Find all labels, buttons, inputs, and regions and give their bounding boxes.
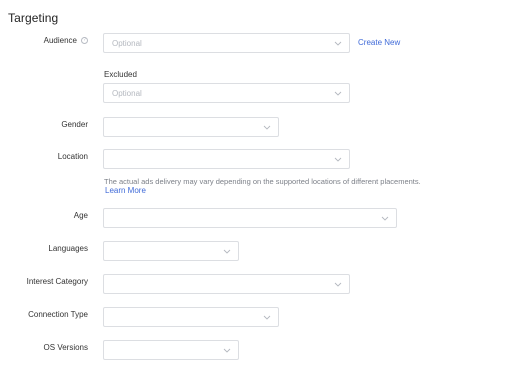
location-label: Location — [57, 152, 88, 161]
gender-label: Gender — [61, 120, 88, 129]
excluded-select[interactable]: Optional — [103, 83, 350, 103]
chevron-down-icon — [381, 216, 389, 221]
age-label: Age — [73, 211, 88, 220]
chevron-down-icon — [263, 125, 271, 130]
location-hint: The actual ads delivery may vary dependi… — [104, 177, 421, 186]
audience-select[interactable]: Optional — [103, 33, 350, 53]
age-select[interactable] — [103, 208, 397, 228]
languages-select[interactable] — [103, 241, 239, 261]
audience-label-wrap: Audience ? — [44, 36, 88, 45]
os-versions-select[interactable] — [103, 340, 239, 360]
chevron-down-icon — [223, 249, 231, 254]
location-row: Location — [0, 149, 512, 169]
interest-category-select[interactable] — [103, 274, 350, 294]
chevron-down-icon — [263, 315, 271, 320]
chevron-down-icon — [334, 41, 342, 46]
connection-type-label: Connection Type — [28, 310, 88, 319]
gender-select[interactable] — [103, 117, 279, 137]
audience-label: Audience — [43, 36, 77, 45]
location-select[interactable] — [103, 149, 350, 169]
audience-placeholder: Optional — [112, 39, 142, 48]
help-icon[interactable]: ? — [81, 37, 88, 44]
languages-row: Languages — [0, 241, 512, 261]
interest-category-label: Interest Category — [26, 277, 88, 286]
learn-more-link[interactable]: Learn More — [105, 186, 146, 195]
chevron-down-icon — [334, 157, 342, 162]
chevron-down-icon — [334, 282, 342, 287]
interest-category-row: Interest Category — [0, 274, 512, 294]
chevron-down-icon — [223, 348, 231, 353]
section-title: Targeting — [8, 11, 59, 25]
excluded-label: Excluded — [104, 70, 137, 79]
excluded-placeholder: Optional — [112, 89, 142, 98]
os-versions-row: OS Versions — [0, 340, 512, 360]
os-versions-label: OS Versions — [43, 343, 88, 352]
chevron-down-icon — [334, 91, 342, 96]
create-new-link[interactable]: Create New — [358, 38, 400, 47]
audience-row: Audience ? Optional Create New — [0, 33, 512, 53]
targeting-form: Targeting Audience ? Optional Create New… — [0, 0, 512, 390]
languages-label: Languages — [48, 244, 88, 253]
gender-row: Gender — [0, 117, 512, 137]
connection-type-select[interactable] — [103, 307, 279, 327]
age-row: Age — [0, 208, 512, 228]
connection-type-row: Connection Type — [0, 307, 512, 327]
